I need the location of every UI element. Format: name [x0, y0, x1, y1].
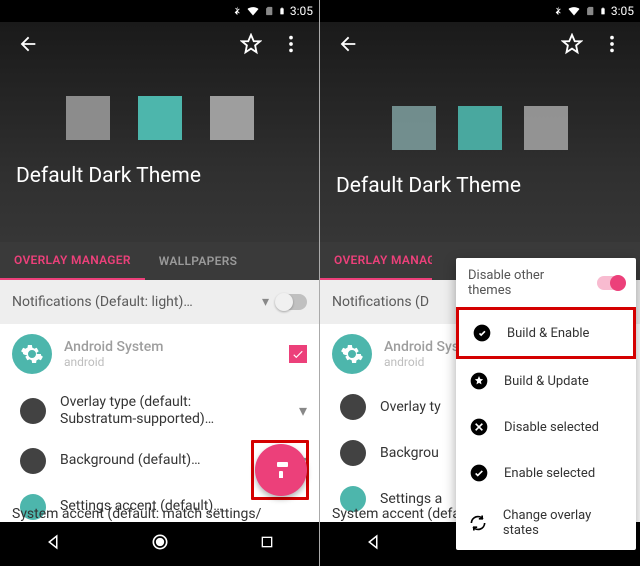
overlay-type-label: Overlay type (default: Substratum-suppor…	[60, 394, 240, 428]
triangle-back-icon	[364, 533, 382, 551]
favorite-button[interactable]	[231, 24, 271, 64]
disable-selected-label: Disable selected	[504, 420, 599, 435]
nav-bar	[0, 522, 319, 566]
color-swatches	[0, 96, 319, 140]
check-circle-icon	[468, 462, 490, 484]
swatch-3	[524, 106, 568, 150]
overlay-type-label: Overlay ty	[380, 399, 441, 416]
build-enable-item[interactable]: Build & Enable	[456, 307, 636, 359]
android-system-title: Android System	[64, 339, 163, 355]
triangle-back-icon	[44, 533, 62, 551]
disable-selected-item[interactable]: Disable selected	[456, 404, 636, 450]
refresh-icon	[468, 512, 489, 534]
build-enable-label: Build & Enable	[507, 326, 589, 341]
no-sim-icon	[264, 4, 274, 18]
screen-right: 3:05 Default Dark Theme OVERLAY MANAGER …	[320, 0, 640, 566]
back-button[interactable]	[328, 24, 368, 64]
header: Default Dark Theme	[0, 22, 319, 242]
arrow-back-icon	[17, 33, 39, 55]
action-popup: Disable other themes Build & Enable Buil…	[456, 258, 636, 550]
x-circle-icon	[468, 416, 490, 438]
page-title: Default Dark Theme	[320, 150, 640, 198]
back-button[interactable]	[8, 24, 48, 64]
status-bar: 3:05	[320, 0, 640, 22]
tab-wallpapers[interactable]: WALLPAPERS	[145, 242, 251, 280]
swatch-1	[392, 106, 436, 150]
battery-icon	[599, 4, 607, 18]
nav-back[interactable]	[364, 533, 382, 555]
wifi-icon	[246, 5, 260, 17]
tab-overlay-manager[interactable]: OVERLAY MANAGER	[0, 242, 145, 280]
build-update-label: Build & Update	[504, 374, 589, 389]
star-icon	[240, 33, 262, 55]
android-system-text: Android System android	[64, 339, 163, 369]
tabs: OVERLAY MANAGER WALLPAPERS	[0, 242, 319, 280]
favorite-button[interactable]	[552, 24, 592, 64]
status-time: 3:05	[611, 4, 634, 18]
notifications-label: Notifications (Default: light)…	[12, 294, 193, 310]
android-system-checkbox[interactable]	[289, 345, 307, 363]
gear-icon	[332, 334, 372, 374]
battery-icon	[278, 4, 286, 18]
paint-roller-icon	[269, 458, 293, 482]
notifications-toggle[interactable]	[277, 294, 307, 310]
overflow-button[interactable]	[271, 24, 311, 64]
circle-home-icon	[150, 532, 170, 552]
change-states-item[interactable]: Change overlay states	[456, 496, 636, 550]
screen-left: 3:05 Default Dark Theme OVERLAY MANAGER …	[0, 0, 320, 566]
bluetooth-icon	[553, 4, 563, 18]
no-sim-icon	[585, 4, 595, 18]
chevron-down-icon: ▾	[299, 401, 307, 420]
notifications-label: Notifications (D	[332, 294, 429, 310]
disable-other-themes-row[interactable]: Disable other themes	[456, 258, 636, 308]
background-label: Backgrou	[380, 445, 439, 462]
background-swatch	[340, 440, 366, 466]
color-swatches	[320, 106, 640, 150]
enable-selected-item[interactable]: Enable selected	[456, 450, 636, 496]
square-recents-icon	[259, 534, 275, 550]
bluetooth-icon	[232, 4, 242, 18]
change-states-label: Change overlay states	[503, 508, 624, 538]
appbar	[320, 22, 640, 66]
notifications-row[interactable]: Notifications (Default: light)… ▾	[0, 280, 319, 324]
system-accent-label: System accent (default: match settings/	[12, 506, 261, 522]
android-system-subtitle: android	[64, 355, 163, 369]
overlay-type-swatch	[340, 394, 366, 420]
overflow-button[interactable]	[592, 24, 632, 64]
fab-apply[interactable]	[255, 444, 307, 496]
chevron-down-icon: ▾	[262, 294, 269, 310]
enable-selected-label: Enable selected	[504, 466, 595, 481]
settings-accent-label: Settings a	[380, 491, 442, 508]
arrow-back-icon	[337, 33, 359, 55]
star-icon	[561, 33, 583, 55]
background-swatch	[20, 448, 46, 474]
header: Default Dark Theme	[320, 22, 640, 242]
swatch-3	[210, 96, 254, 140]
tab-overlay-manager[interactable]: OVERLAY MANAGER	[320, 242, 432, 280]
gear-icon	[12, 334, 52, 374]
status-bar: 3:05	[0, 0, 319, 22]
page-title: Default Dark Theme	[0, 140, 319, 188]
appbar	[0, 22, 319, 66]
overlay-type-row[interactable]: Overlay type (default: Substratum-suppor…	[0, 384, 319, 438]
check-icon	[291, 347, 305, 361]
swatch-2	[458, 106, 502, 150]
android-system-row[interactable]: Android System android	[0, 324, 319, 384]
nav-home[interactable]	[150, 532, 170, 556]
nav-recents[interactable]	[259, 534, 275, 554]
more-vert-icon	[280, 33, 302, 55]
build-update-item[interactable]: Build & Update	[456, 358, 636, 404]
status-time: 3:05	[290, 4, 313, 18]
wifi-icon	[567, 5, 581, 17]
check-badge-icon	[471, 322, 493, 344]
disable-other-themes-label: Disable other themes	[468, 268, 589, 298]
overlay-type-swatch	[20, 398, 46, 424]
nav-back[interactable]	[44, 533, 62, 555]
swatch-1	[66, 96, 110, 140]
swatch-2	[138, 96, 182, 140]
more-vert-icon	[601, 33, 623, 55]
background-label: Background (default)…	[60, 452, 200, 469]
star-circle-icon	[468, 370, 490, 392]
disable-other-themes-toggle[interactable]	[597, 276, 625, 290]
